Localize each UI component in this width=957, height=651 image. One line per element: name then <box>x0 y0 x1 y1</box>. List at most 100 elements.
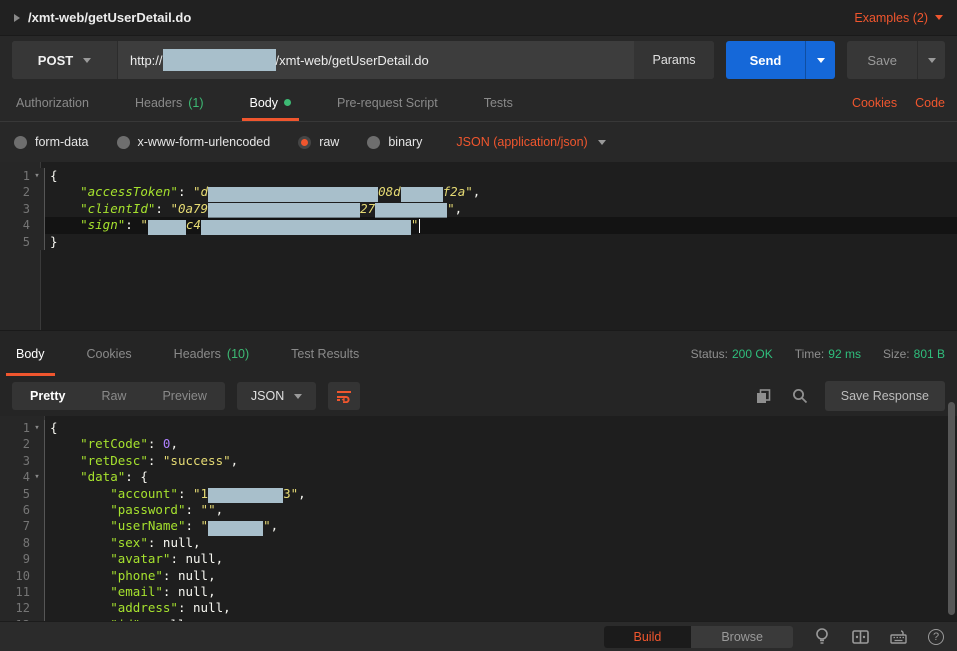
params-button[interactable]: Params <box>634 41 713 79</box>
code-line: 3 "retDesc": "success", <box>0 453 957 469</box>
chevron-down-icon <box>935 15 943 20</box>
code-line: 12 "address": null, <box>0 600 957 616</box>
view-mode-pretty[interactable]: Pretty <box>12 382 83 410</box>
radio-raw[interactable]: raw <box>298 135 339 149</box>
keyboard-icon <box>890 630 907 644</box>
tab-pre-request-script[interactable]: Pre-request Script <box>333 84 442 121</box>
response-meta: Status:200 OK Time:92 ms Size:801 B <box>691 331 945 376</box>
response-toolbar: Pretty Raw Preview JSON <box>0 376 957 416</box>
request-title: /xmt-web/getUserDetail.do <box>28 10 191 25</box>
code-line: 9 "avatar": null, <box>0 551 957 567</box>
chevron-down-icon <box>83 58 91 63</box>
copy-icon <box>756 389 771 404</box>
word-wrap-icon <box>336 389 352 403</box>
radio-icon <box>117 136 130 149</box>
radio-form-data[interactable]: form-data <box>14 135 89 149</box>
word-wrap-button[interactable] <box>328 382 360 410</box>
help-icon: ? <box>928 629 944 645</box>
url-redaction <box>163 49 276 71</box>
two-pane-icon <box>852 630 869 644</box>
code-line: 3 "clientId": "0a7927", <box>0 201 957 217</box>
radio-icon <box>14 136 27 149</box>
search-response-button[interactable] <box>789 385 811 407</box>
copy-response-button[interactable] <box>753 385 775 407</box>
radio-selected-icon <box>298 136 311 149</box>
code-line: 7 "userName": "", <box>0 518 957 534</box>
response-tab-cookies[interactable]: Cookies <box>83 331 136 376</box>
code-line: 10 "phone": null, <box>0 568 957 584</box>
lightbulb-icon <box>815 628 829 645</box>
save-button[interactable]: Save <box>847 41 917 79</box>
send-button[interactable]: Send <box>726 41 806 79</box>
search-icon <box>792 388 808 404</box>
redacted-value <box>208 521 263 536</box>
chevron-down-icon <box>294 394 302 399</box>
response-tab-test-results[interactable]: Test Results <box>287 331 363 376</box>
code-line: 13 "id": null, <box>0 617 957 621</box>
examples-dropdown[interactable]: Examples (2) <box>854 11 943 25</box>
send-options-button[interactable] <box>805 41 835 79</box>
radio-x-www-form-urlencoded[interactable]: x-www-form-urlencoded <box>117 135 271 149</box>
body-modified-dot <box>284 99 291 106</box>
url-input[interactable]: http:// /xmt-web/getUserDetail.do <box>118 49 634 71</box>
redacted-value <box>401 187 443 202</box>
chevron-down-icon <box>817 58 825 63</box>
radio-icon <box>367 136 380 149</box>
save-response-button[interactable]: Save Response <box>825 381 945 411</box>
response-tabs: Body Cookies Headers (10) Test Results S… <box>0 330 957 376</box>
shortcuts-button[interactable] <box>889 628 907 646</box>
response-tab-body[interactable]: Body <box>12 331 49 376</box>
code-line: 1▾{ <box>0 420 957 436</box>
code-line: 5} <box>0 234 957 250</box>
postman-window: /xmt-web/getUserDetail.do Examples (2) P… <box>0 0 957 651</box>
url-prefix: http:// <box>130 53 163 68</box>
tab-headers[interactable]: Headers (1) <box>131 84 208 121</box>
tab-authorization[interactable]: Authorization <box>12 84 93 121</box>
save-options-button[interactable] <box>917 41 945 79</box>
collapse-arrow-icon[interactable] <box>14 14 20 22</box>
view-mode-raw[interactable]: Raw <box>83 382 144 410</box>
app-status-bar: Build Browse <box>0 621 957 651</box>
headers-count: (1) <box>188 96 203 110</box>
send-button-group: Send <box>726 41 836 79</box>
url-row: POST http:// /xmt-web/getUserDetail.do P… <box>0 36 957 84</box>
code-line: 2 "accessToken": "d08df2a", <box>0 184 957 200</box>
code-link[interactable]: Code <box>915 96 945 110</box>
build-toggle[interactable]: Build <box>604 626 692 648</box>
tips-button[interactable] <box>813 628 831 646</box>
body-type-row: form-data x-www-form-urlencoded raw bina… <box>0 122 957 162</box>
view-mode-group: Pretty Raw Preview <box>12 382 225 410</box>
request-body-editor[interactable]: 1▾{2 "accessToken": "d08df2a",3 "clientI… <box>0 162 957 330</box>
method-label: POST <box>38 53 73 68</box>
code-line: 4▾ "data": { <box>0 469 957 485</box>
response-tab-headers[interactable]: Headers (10) <box>170 331 253 376</box>
url-suffix: /xmt-web/getUserDetail.do <box>276 53 429 68</box>
code-line: 8 "sex": null, <box>0 535 957 551</box>
save-button-group: Save <box>847 41 945 79</box>
content-type-select[interactable]: JSON (application/json) <box>456 135 605 149</box>
tab-tests[interactable]: Tests <box>480 84 517 121</box>
method-select[interactable]: POST <box>12 41 118 79</box>
cookies-link[interactable]: Cookies <box>852 96 897 110</box>
response-headers-count: (10) <box>227 347 249 361</box>
response-body-editor[interactable]: 1▾{2 "retCode": 0,3 "retDesc": "success"… <box>0 416 957 621</box>
vertical-scrollbar[interactable] <box>948 402 955 615</box>
code-line: 2 "retCode": 0, <box>0 436 957 452</box>
chevron-down-icon <box>598 140 606 145</box>
chevron-down-icon <box>928 58 936 63</box>
size-badge: Size:801 B <box>883 347 945 361</box>
radio-binary[interactable]: binary <box>367 135 422 149</box>
view-mode-preview[interactable]: Preview <box>144 382 224 410</box>
response-format-select[interactable]: JSON <box>237 382 316 410</box>
code-line: 4 "sign": "c4" <box>0 217 957 233</box>
help-button[interactable]: ? <box>927 628 945 646</box>
code-line: 1▾{ <box>0 168 957 184</box>
two-pane-view-button[interactable] <box>851 628 869 646</box>
code-line: 5 "account": "13", <box>0 486 957 502</box>
url-bar: POST http:// /xmt-web/getUserDetail.do P… <box>12 41 714 79</box>
tab-body[interactable]: Body <box>246 84 296 121</box>
redacted-value <box>208 488 283 503</box>
browse-toggle[interactable]: Browse <box>691 626 793 648</box>
redacted-value <box>148 220 186 235</box>
redacted-value <box>375 203 447 218</box>
